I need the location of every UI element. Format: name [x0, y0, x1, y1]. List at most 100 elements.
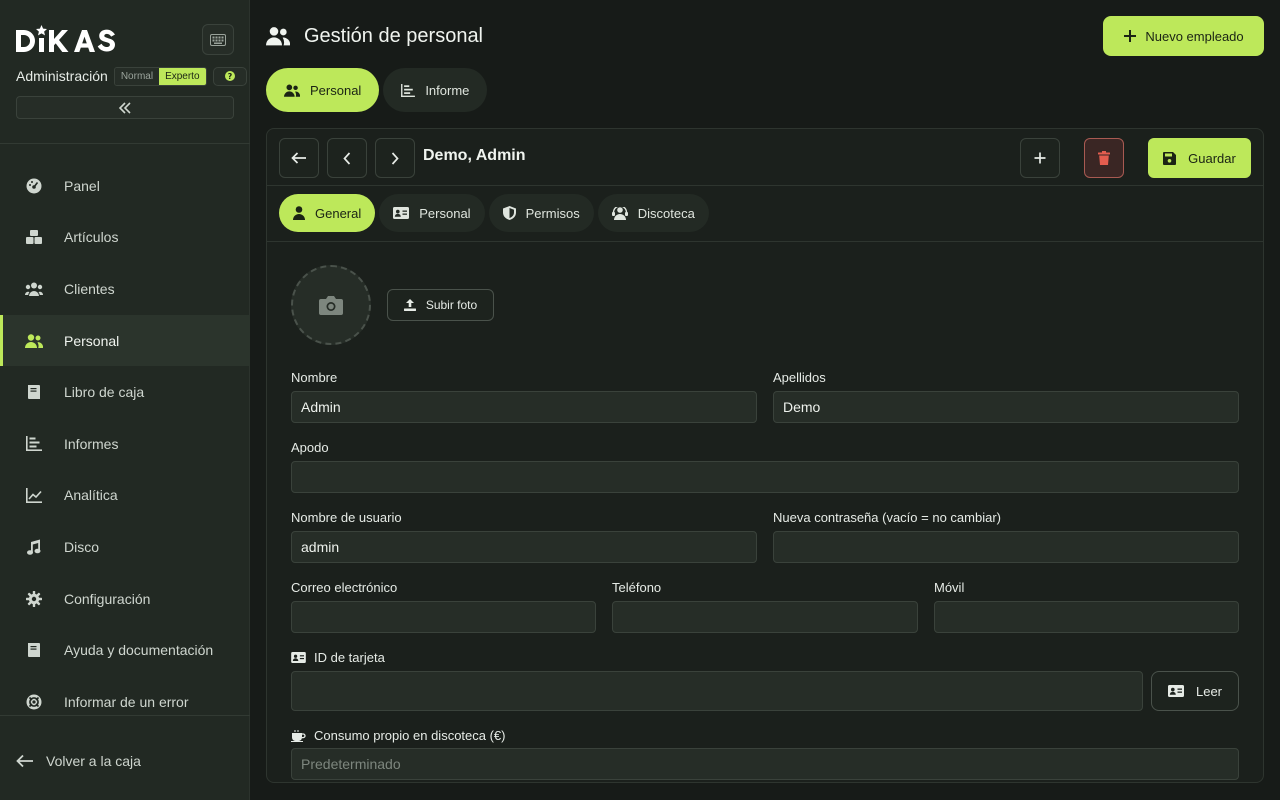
consumo-label-text: Consumo propio en discoteca (€) — [314, 728, 506, 743]
movil-input[interactable] — [934, 601, 1239, 633]
boxes-icon — [24, 227, 44, 247]
collapse-sidebar-button[interactable] — [16, 96, 234, 119]
card-id-label-text: ID de tarjeta — [314, 650, 385, 665]
sidebar-item-personal[interactable]: Personal — [0, 314, 250, 367]
book-icon — [24, 640, 44, 660]
keyboard-button[interactable] — [202, 24, 234, 55]
plus-icon — [1034, 152, 1046, 164]
sidebar-item-label: Clientes — [64, 280, 115, 297]
read-card-button[interactable]: Leer — [1151, 671, 1239, 711]
mode-normal-button[interactable]: Normal — [114, 67, 160, 85]
sidebar-item-label: Panel — [64, 177, 100, 194]
tab-personal-details[interactable]: Personal — [379, 194, 485, 232]
users-group-icon — [24, 279, 44, 299]
top-tabs: Personal Informe — [266, 68, 488, 112]
plus-icon — [1123, 29, 1137, 43]
tabs-divider — [267, 241, 1263, 242]
sidebar-item-articulos[interactable]: Artículos — [0, 212, 250, 264]
sub-tabs: General Personal Permisos Discoteca — [279, 194, 709, 232]
line-chart-icon — [24, 485, 44, 505]
previous-record-button[interactable] — [327, 138, 367, 178]
gear-icon — [24, 589, 44, 609]
sidebar-item-label: Ayuda y documentación — [64, 642, 214, 659]
dikas-logo — [16, 24, 122, 56]
read-label: Leer — [1195, 683, 1223, 699]
bar-chart-icon — [401, 83, 416, 97]
delete-record-button[interactable] — [1084, 138, 1124, 178]
sidebar-item-analitica[interactable]: Analítica — [0, 470, 250, 522]
sidebar-item-label: Disco — [64, 538, 100, 555]
email-input[interactable] — [291, 601, 596, 633]
record-name: Demo, Admin — [423, 147, 526, 164]
nombre-input[interactable]: Admin — [291, 391, 757, 423]
upload-photo-button[interactable]: Subir foto — [387, 289, 494, 321]
trash-icon — [1098, 151, 1110, 165]
id-card-icon — [291, 652, 306, 663]
sidebar-item-label: Personal — [64, 332, 120, 349]
password-input[interactable] — [773, 531, 1239, 563]
back-label: Volver a la caja — [46, 753, 141, 769]
sidebar-item-panel[interactable]: Panel — [0, 160, 250, 212]
page-header: Gestión de personal — [266, 22, 483, 50]
photo-placeholder[interactable] — [291, 265, 371, 345]
apodo-input[interactable] — [291, 461, 1239, 493]
mode-expert-button[interactable]: Experto — [159, 67, 206, 85]
tab-label: Personal — [419, 205, 471, 221]
bar-chart-icon — [24, 434, 44, 454]
new-employee-label: Nuevo empleado — [1145, 28, 1244, 44]
lifebuoy-icon — [24, 692, 44, 712]
consumo-input[interactable]: Predeterminado — [291, 748, 1239, 780]
shield-icon — [502, 206, 516, 220]
tab-label: Discoteca — [637, 205, 695, 221]
add-record-button[interactable] — [1020, 138, 1060, 178]
tab-informe[interactable]: Informe — [383, 68, 488, 112]
apellidos-input[interactable]: Demo — [773, 391, 1239, 423]
sidebar-item-label: Informar de un error — [64, 693, 189, 710]
sidebar-item-configuracion[interactable]: Configuración — [0, 573, 250, 625]
username-input[interactable]: admin — [291, 531, 757, 563]
sidebar-item-clientes[interactable]: Clientes — [0, 263, 250, 315]
back-to-register-link[interactable]: Volver a la caja — [16, 750, 141, 772]
music-icon — [24, 537, 44, 557]
book-icon — [24, 382, 44, 402]
consumo-label: Consumo propio en discoteca (€) — [291, 728, 506, 743]
sidebar-item-label: Artículos — [64, 229, 119, 246]
card-id-input[interactable] — [291, 671, 1143, 711]
tab-label: General — [315, 205, 362, 221]
tab-general[interactable]: General — [279, 194, 376, 232]
floppy-disk-icon — [1163, 151, 1177, 165]
gauge-icon — [24, 176, 44, 196]
user-friends-icon — [266, 26, 290, 46]
help-button[interactable]: ? — [212, 66, 247, 86]
sidebar-item-libro-de-caja[interactable]: Libro de caja — [0, 366, 250, 418]
username-label: Nombre de usuario — [291, 510, 402, 525]
sidebar-item-informes[interactable]: Informes — [0, 418, 250, 470]
sidebar-item-label: Configuración — [64, 590, 151, 607]
back-to-list-button[interactable] — [279, 138, 319, 178]
sidebar-nav: Panel Artículos Clientes Personal Libro … — [0, 160, 250, 728]
help-circle-icon: ? — [224, 71, 235, 81]
double-chevron-left-icon — [118, 101, 132, 114]
sidebar-item-informar-error[interactable]: Informar de un error — [0, 676, 250, 728]
next-record-button[interactable] — [375, 138, 415, 178]
sidebar-item-disco[interactable]: Disco — [0, 521, 250, 573]
telefono-input[interactable] — [612, 601, 918, 633]
save-button[interactable]: Guardar — [1148, 138, 1251, 178]
mode-toggle: Normal Experto — [113, 66, 207, 86]
tab-label: Informe — [425, 82, 470, 98]
sidebar-divider — [0, 715, 250, 716]
new-employee-button[interactable]: Nuevo empleado — [1103, 16, 1264, 56]
tab-permisos[interactable]: Permisos — [488, 194, 594, 232]
svg-text:?: ? — [227, 72, 232, 81]
tab-label: Permisos — [525, 205, 580, 221]
page-title: Gestión de personal — [304, 24, 484, 47]
tab-label: Personal — [310, 82, 362, 98]
sidebar-item-ayuda[interactable]: Ayuda y documentación — [0, 624, 250, 676]
tab-personal[interactable]: Personal — [266, 68, 380, 112]
user-friends-icon — [24, 331, 44, 351]
save-label: Guardar — [1188, 150, 1236, 166]
sidebar-item-label: Analítica — [64, 487, 118, 504]
tab-discoteca[interactable]: Discoteca — [597, 194, 709, 232]
coffee-cup-icon — [291, 729, 306, 742]
apodo-label: Apodo — [291, 440, 329, 455]
